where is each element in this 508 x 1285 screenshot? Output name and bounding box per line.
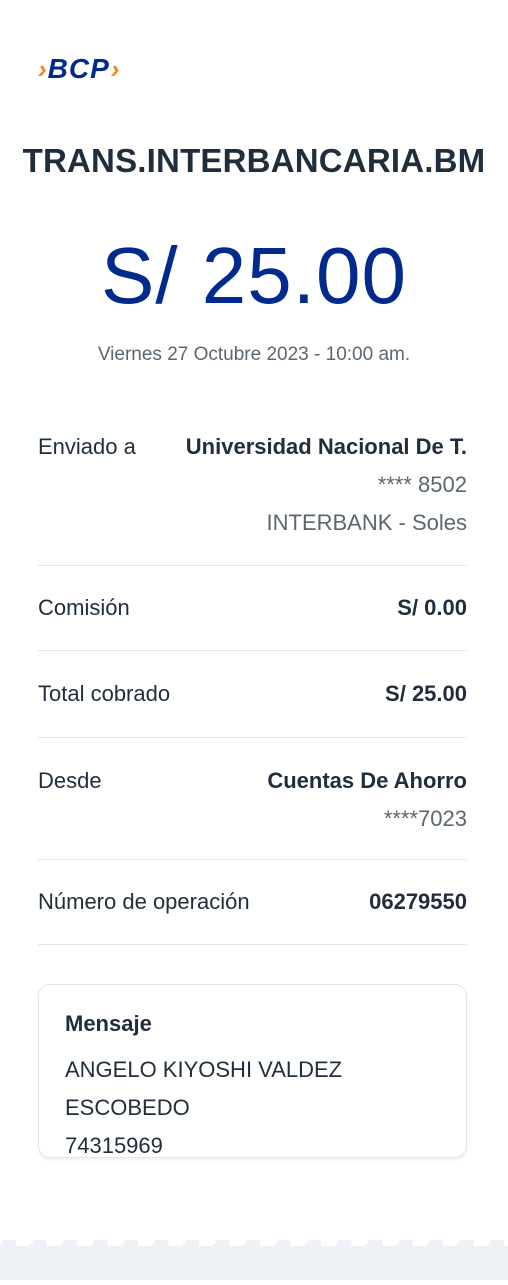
total-label: Total cobrado [38,681,171,706]
transaction-amount: S/ 25.00 [100,231,407,320]
message-title: Mensaje [65,1011,152,1036]
message-line: ANGELO KIYOSHI VALDEZ ESCOBEDO [65,1057,343,1120]
transaction-datetime: Viernes 27 Octubre 2023 - 10:00 am. [97,344,411,365]
from-account-name: Cuentas De Ahorro [267,768,467,793]
operation-number: 06279550 [369,889,467,914]
sent-to-values: Universidad Nacional De T. **** 8502 INT… [186,434,467,536]
detail-row-total: Total cobrado S/ 25.00 [38,651,467,738]
chevron-right-icon: › [38,54,47,84]
details-list: Enviado a Universidad Nacional De T. ***… [38,414,467,945]
detail-row-from: Desde Cuentas De Ahorro ****7023 [38,738,467,860]
detail-row-sent-to: Enviado a Universidad Nacional De T. ***… [38,414,467,566]
transaction-title: TRANS.INTERBANCARIA.BM [22,142,486,179]
bcp-logo: › BCP › [38,52,119,86]
detail-row-operation: Número de operación 06279550 [38,860,467,945]
operation-label: Número de operación [38,889,250,914]
commission-label: Comisión [38,595,130,620]
receipt-scalloped-edge [0,1235,508,1280]
scallop-edge-shape [0,1235,508,1280]
total-value: S/ 25.00 [385,681,467,706]
recipient-name: Universidad Nacional De T. [185,434,467,459]
detail-row-commission: Comisión S/ 0.00 [38,566,467,651]
recipient-account: **** 8502 [377,472,467,497]
recipient-bank: INTERBANK - Soles [266,510,468,535]
commission-value: S/ 0.00 [397,595,467,620]
from-label: Desde [38,768,102,793]
message-line: 74315969 [65,1133,163,1158]
sent-to-label: Enviado a [38,434,136,459]
from-values: Cuentas De Ahorro ****7023 [267,768,467,832]
chevron-right-icon: › [110,54,120,84]
message-card: Mensaje ANGELO KIYOSHI VALDEZ ESCOBEDO 7… [38,984,467,1158]
message-text: ANGELO KIYOSHI VALDEZ ESCOBEDO 74315969 [65,1051,466,1165]
brand-name: BCP [47,53,110,84]
from-account-number: ****7023 [383,806,467,831]
